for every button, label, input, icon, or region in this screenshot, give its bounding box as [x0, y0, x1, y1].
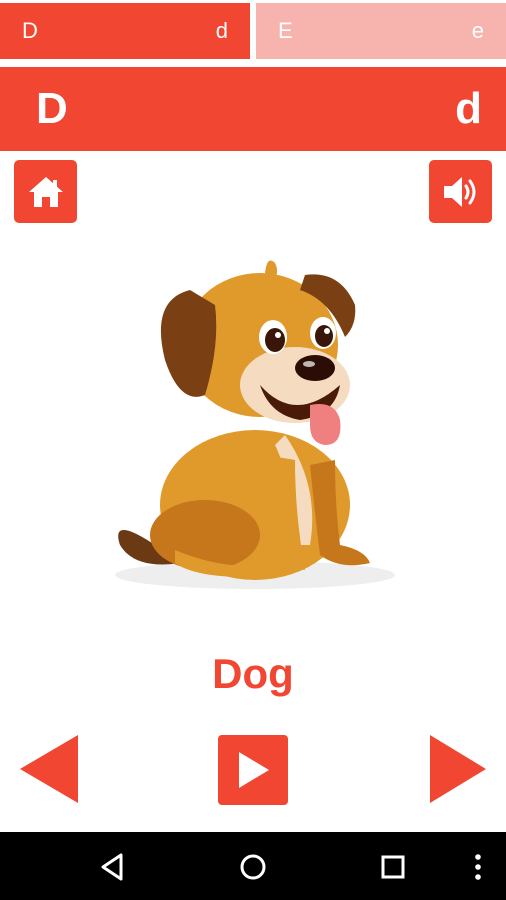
recents-icon[interactable]: [375, 849, 411, 885]
tab-upper-letter: E: [278, 18, 293, 43]
play-icon: [239, 752, 269, 788]
next-button[interactable]: [424, 733, 490, 805]
letter-tabs: D d E e: [0, 3, 506, 59]
previous-button[interactable]: [18, 733, 84, 805]
tab-letter-e[interactable]: E e: [256, 3, 506, 59]
previous-arrow-icon: [20, 735, 78, 803]
dog-illustration: [115, 260, 395, 589]
tab-upper-letter: D: [22, 18, 38, 43]
letter-banner: D d: [0, 67, 506, 151]
sound-button[interactable]: [429, 160, 492, 223]
tab-letter-d[interactable]: D d: [0, 3, 250, 59]
system-navigation-bar: [0, 832, 506, 900]
word-label: Dog: [212, 650, 294, 697]
speaker-icon: [443, 176, 475, 207]
home-icon: [28, 176, 63, 207]
overflow-menu-icon[interactable]: [460, 849, 496, 885]
play-button[interactable]: [218, 735, 288, 805]
next-arrow-icon: [430, 735, 486, 803]
banner-upper-letter: D: [36, 84, 68, 133]
back-icon[interactable]: [95, 849, 131, 885]
banner-lower-letter: d: [455, 84, 482, 133]
home-button[interactable]: [14, 160, 77, 223]
tab-lower-letter: d: [215, 18, 228, 43]
home-circle-icon[interactable]: [235, 849, 271, 885]
tab-lower-letter: e: [471, 18, 484, 43]
